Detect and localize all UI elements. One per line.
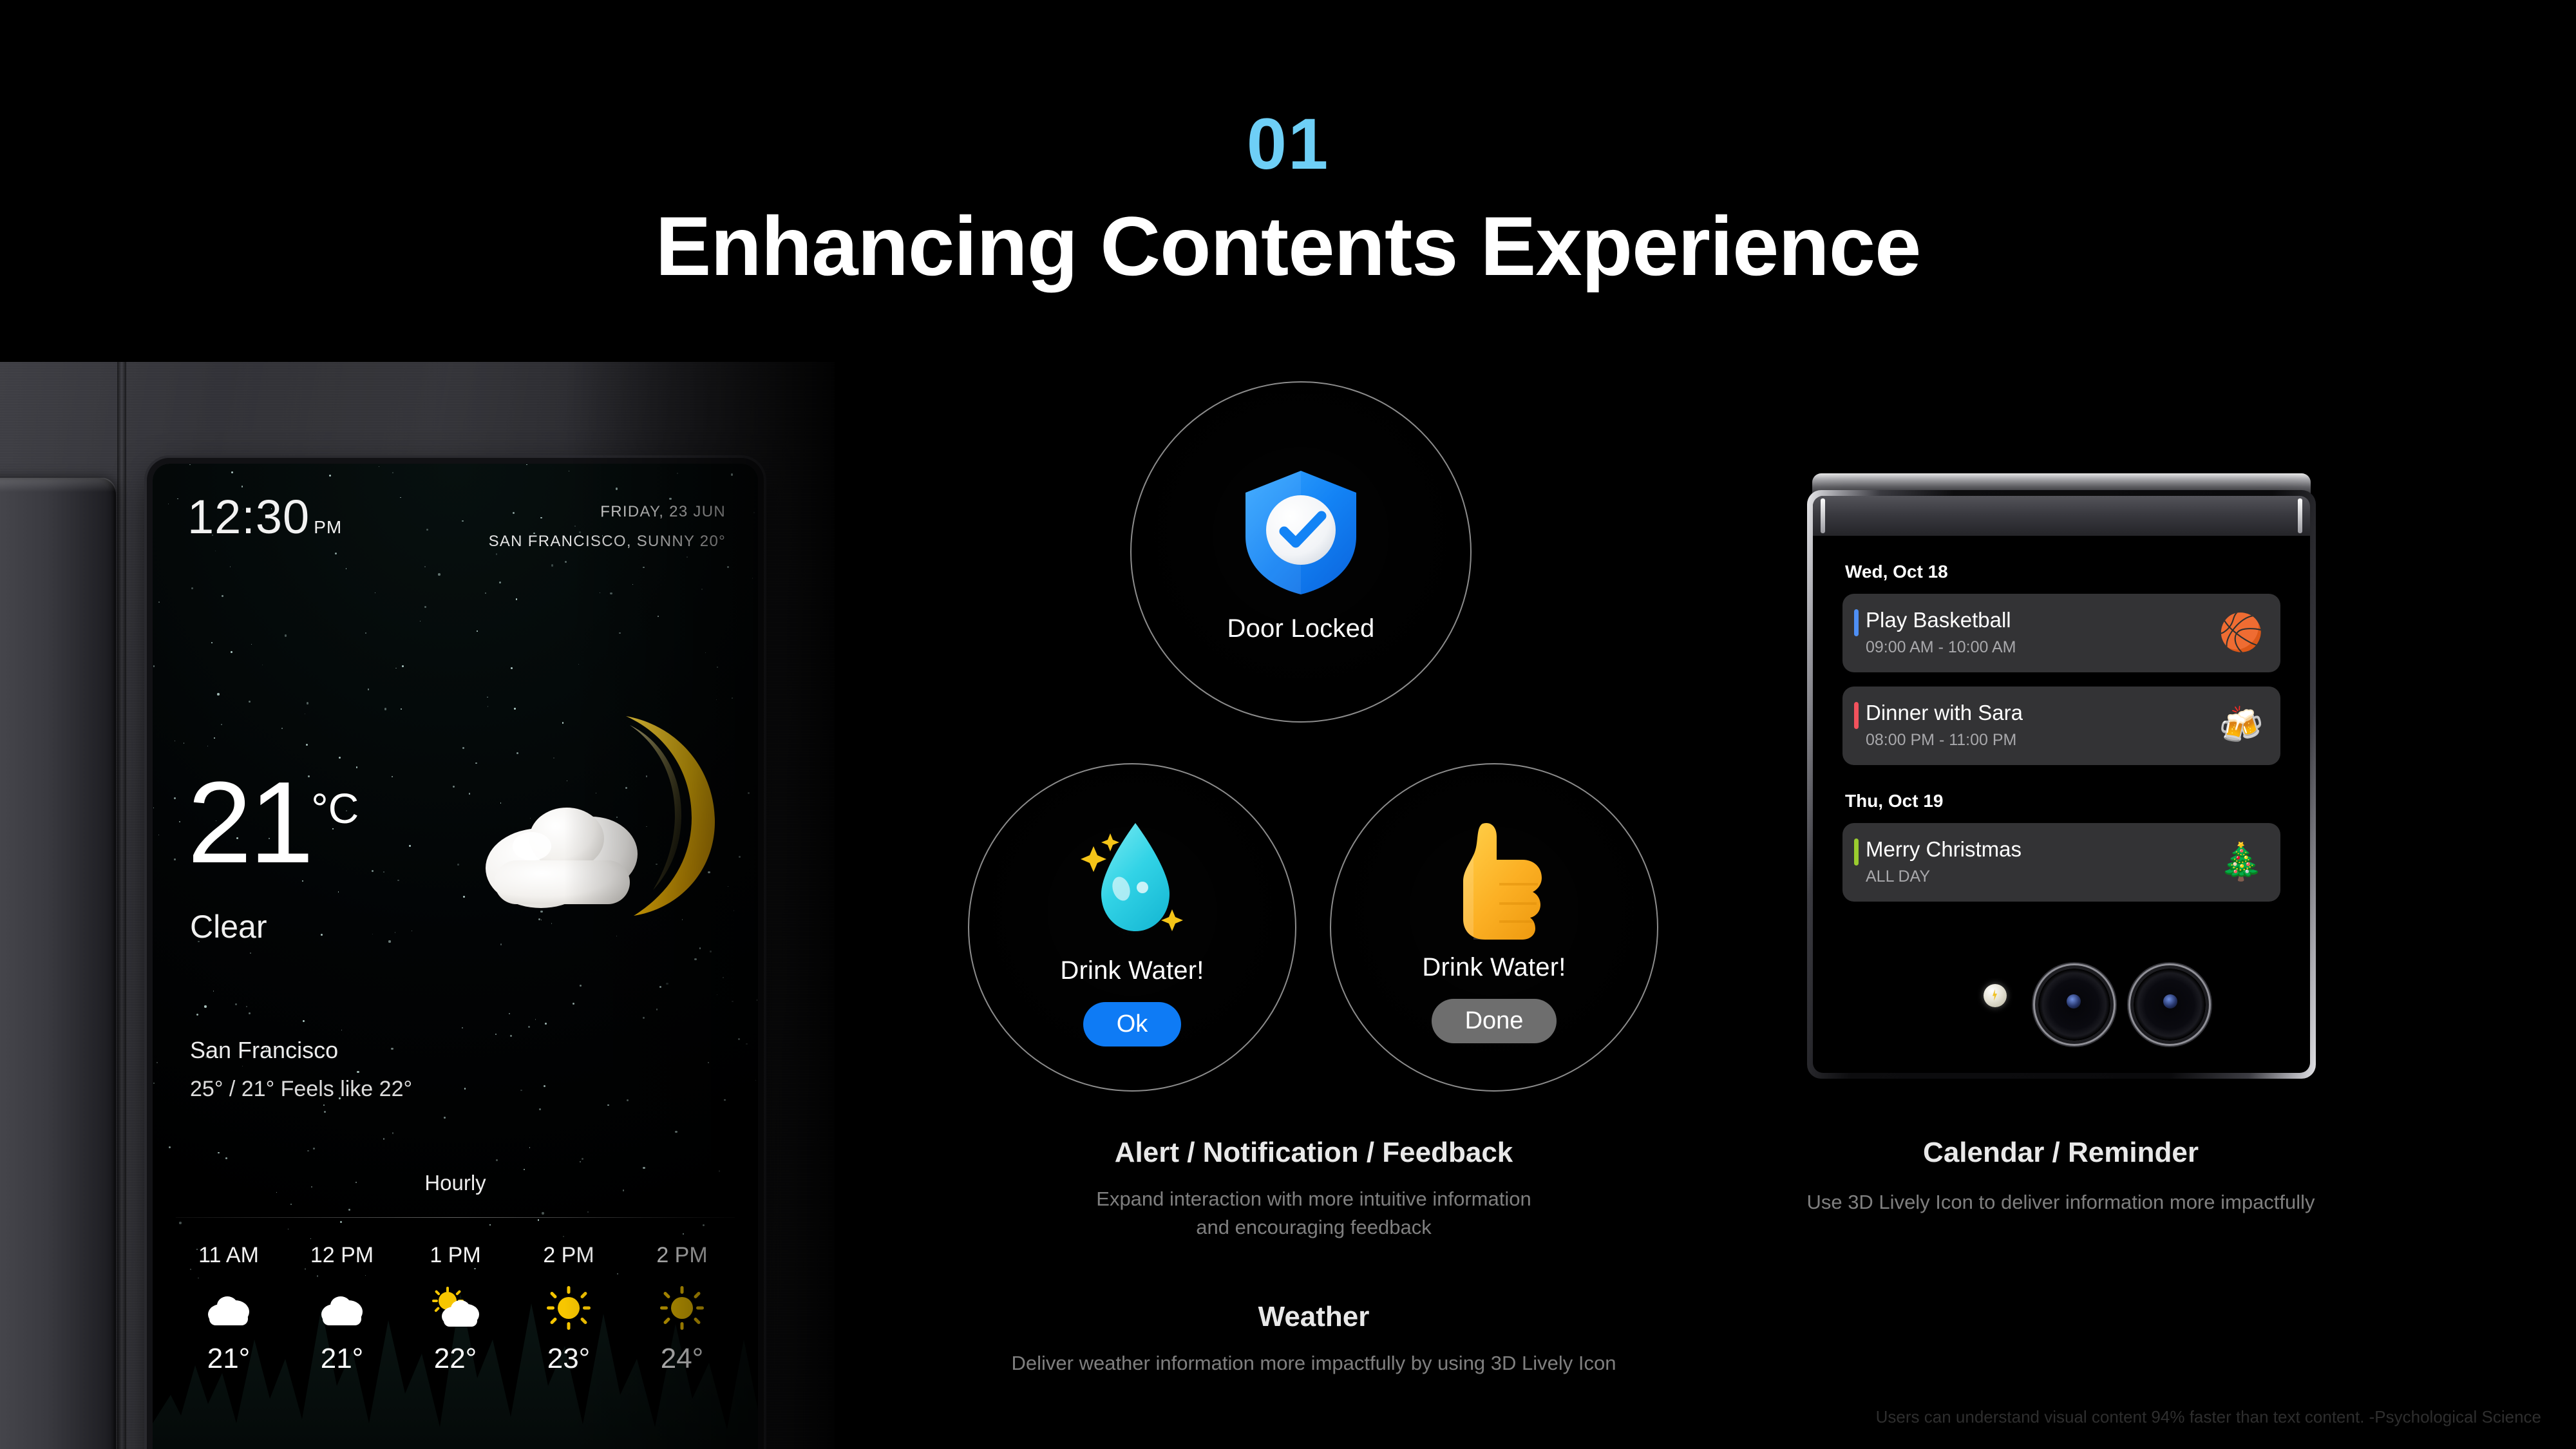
hourly-temp: 22° — [433, 1343, 477, 1374]
fridge-door-gap — [117, 362, 126, 1449]
flash-icon — [1984, 984, 2007, 1007]
slide-number: 01 — [1246, 104, 1330, 184]
clock-ampm: PM — [314, 517, 343, 537]
calendar-day-label: Wed, Oct 18 — [1845, 562, 1948, 582]
calendar-event-row[interactable]: Dinner with Sara 08:00 PM - 11:00 PM 🍻 — [1842, 686, 2280, 765]
temperature-unit: °C — [311, 784, 359, 832]
family-hub-fridge-panel: 12:30PM FRIDAY, 23 JUN SAN FRANCISCO, SU… — [0, 362, 835, 1449]
fridge-edge-shadow — [564, 362, 835, 1449]
hourly-item: 11 AM 21° — [172, 1243, 285, 1375]
caption-alert-sub: Expand interaction with more intuitive i… — [1096, 1188, 1531, 1239]
done-button[interactable]: Done — [1431, 998, 1557, 1043]
cloud-icon — [172, 1277, 285, 1339]
flip-phone-device: Wed, Oct 18 Play Basketball 09:00 AM - 10:… — [1807, 473, 2316, 1079]
drink-water-label-ok: Drink Water! — [1060, 956, 1204, 985]
water-droplet-icon — [1074, 809, 1190, 947]
caption-weather-sub: Deliver weather information more impactf… — [1011, 1352, 1616, 1374]
shield-check-icon — [1230, 460, 1372, 605]
event-color-bar — [1854, 838, 1859, 866]
phone-body: Wed, Oct 18 Play Basketball 09:00 AM - 10:… — [1807, 490, 2316, 1079]
ok-button[interactable]: Ok — [1083, 1001, 1182, 1046]
calendar-event-row[interactable]: Play Basketball 09:00 AM - 10:00 AM 🏀 — [1842, 594, 2280, 672]
camera-lens-wide — [2038, 969, 2110, 1041]
clock-hours: 12:30 — [187, 490, 310, 544]
slide-header: 01 Enhancing Contents Experience — [0, 0, 2576, 290]
hourly-time: 11 AM — [198, 1243, 259, 1267]
christmas-tree-icon: 🎄 — [2219, 840, 2264, 882]
event-title: Play Basketball — [1866, 608, 2011, 632]
sun-behind-cloud-icon — [399, 1277, 512, 1339]
event-title: Dinner with Sara — [1866, 700, 2023, 724]
drink-water-label-done: Drink Water! — [1422, 952, 1566, 981]
beer-mugs-icon: 🍻 — [2219, 704, 2264, 745]
weather-city: San Francisco — [190, 1037, 339, 1063]
door-locked-circle[interactable]: Door Locked — [1130, 381, 1472, 723]
hourly-temp: 21° — [320, 1343, 364, 1374]
hourly-time: 1 PM — [430, 1243, 481, 1267]
event-color-bar — [1854, 609, 1859, 636]
thumbs-up-icon — [1435, 812, 1554, 944]
weather-range: 25° / 21° Feels like 22° — [190, 1077, 413, 1101]
caption-calendar-title: Calendar / Reminder — [1923, 1137, 2199, 1168]
drink-water-ok-circle[interactable]: Drink Water! Ok — [968, 763, 1296, 1092]
hourly-item: 1 PM 22° — [399, 1243, 512, 1375]
temperature-value: 21 — [187, 758, 314, 887]
hourly-time: 12 PM — [310, 1243, 374, 1267]
fridge-door-edge — [0, 478, 116, 1449]
cover-screen-calendar[interactable]: Wed, Oct 18 Play Basketball 09:00 AM - 10:… — [1813, 536, 2310, 935]
camera-module — [1813, 938, 2310, 1073]
cloud-icon — [285, 1277, 399, 1339]
event-time: 09:00 AM - 10:00 AM — [1866, 638, 2016, 656]
caption-weather-title: Weather — [1258, 1301, 1370, 1332]
camera-lens-ultrawide — [2134, 969, 2206, 1041]
door-locked-label: Door Locked — [1227, 614, 1375, 643]
hourly-item: 12 PM 21° — [285, 1243, 399, 1375]
basketball-icon: 🏀 — [2219, 611, 2264, 652]
hourly-temp: 21° — [207, 1343, 251, 1374]
caption-alert-title: Alert / Notification / Feedback — [1114, 1137, 1513, 1168]
weather-condition: Clear — [190, 909, 267, 945]
page-title: Enhancing Contents Experience — [655, 199, 1922, 293]
phone-inner: Wed, Oct 18 Play Basketball 09:00 AM - 10:… — [1813, 496, 2310, 1073]
event-title: Merry Christmas — [1866, 837, 2022, 861]
event-time: 08:00 PM - 11:00 PM — [1866, 730, 2017, 749]
caption-calendar-sub: Use 3D Lively Icon to deliver informatio… — [1806, 1191, 2315, 1213]
calendar-event-row[interactable]: Merry Christmas ALL DAY 🎄 — [1842, 822, 2280, 902]
phone-top-bezel — [1813, 496, 2310, 536]
clock-time: 12:30 PM — [187, 493, 342, 541]
event-time: ALL DAY — [1866, 867, 1931, 886]
current-temperature: 21°C — [187, 765, 359, 881]
calendar-day-label: Thu, Oct 19 — [1845, 790, 1944, 811]
drink-water-done-circle[interactable]: Drink Water! Done — [1330, 763, 1658, 1092]
footnote-text: Users can understand visual content 94% … — [1875, 1407, 2541, 1426]
event-color-bar — [1854, 701, 1859, 729]
